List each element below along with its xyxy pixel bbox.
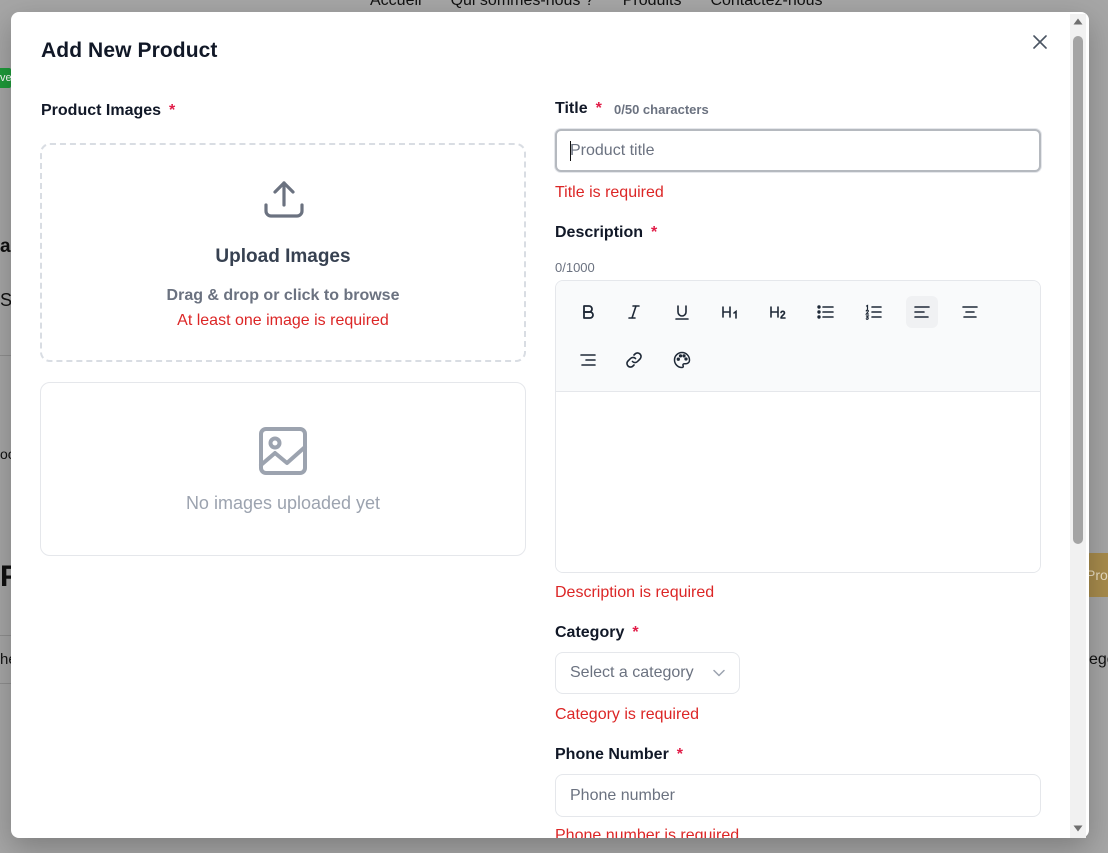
close-icon bbox=[1033, 35, 1047, 49]
ordered-list-button[interactable] bbox=[858, 296, 890, 328]
arrow-down-icon bbox=[1073, 825, 1083, 831]
category-select[interactable]: Select a category bbox=[555, 652, 740, 694]
heading-1-icon bbox=[722, 306, 737, 319]
bold-button[interactable] bbox=[572, 296, 604, 328]
bg-divider bbox=[0, 355, 11, 356]
heading-1-button[interactable] bbox=[714, 296, 746, 328]
add-product-modal: Add New Product Product Images * Upload I… bbox=[11, 12, 1089, 838]
bg-divider bbox=[0, 635, 11, 636]
link-button[interactable] bbox=[618, 344, 650, 376]
description-editor bbox=[555, 280, 1041, 573]
title-char-count: 0/50 characters bbox=[614, 102, 709, 117]
modal-title: Add New Product bbox=[41, 39, 218, 62]
description-error: Description is required bbox=[555, 584, 715, 601]
bg-fragment: Pr bbox=[0, 560, 11, 593]
category-label: Category * bbox=[555, 624, 639, 642]
category-error: Category is required bbox=[555, 706, 700, 723]
label-text: Product Images bbox=[41, 102, 162, 119]
description-char-count: 0/1000 bbox=[555, 260, 595, 275]
label-text: Phone Number bbox=[555, 746, 669, 763]
phone-input[interactable] bbox=[555, 774, 1041, 817]
heading-2-button[interactable] bbox=[762, 296, 794, 328]
scroll-up-button[interactable] bbox=[1070, 14, 1086, 28]
scroll-down-button[interactable] bbox=[1070, 821, 1086, 835]
close-button[interactable] bbox=[1030, 32, 1050, 52]
title-label: Title * bbox=[555, 100, 602, 118]
bg-nav-item: Produits bbox=[622, 0, 682, 9]
editor-content-area[interactable] bbox=[556, 392, 1040, 572]
required-mark: * bbox=[676, 746, 684, 763]
bullet-list-button[interactable] bbox=[810, 296, 842, 328]
underline-icon bbox=[675, 305, 689, 320]
image-dropzone[interactable]: Upload Images Drag & drop or click to br… bbox=[40, 143, 526, 362]
label-text: Description bbox=[555, 224, 644, 241]
underline-button[interactable] bbox=[666, 296, 698, 328]
align-center-button[interactable] bbox=[954, 296, 986, 328]
chevron-down-icon bbox=[713, 669, 725, 677]
upload-icon bbox=[264, 181, 304, 218]
bold-icon bbox=[583, 305, 594, 319]
image-preview-area: No images uploaded yet bbox=[40, 382, 526, 556]
images-error: At least one image is required bbox=[177, 312, 389, 329]
bullet-list-icon bbox=[817, 305, 834, 319]
required-mark: * bbox=[595, 100, 602, 117]
align-left-icon bbox=[914, 306, 930, 318]
ordered-list-icon bbox=[865, 304, 882, 320]
no-images-text: No images uploaded yet bbox=[185, 493, 381, 513]
heading-2-icon bbox=[770, 306, 786, 319]
italic-button[interactable] bbox=[618, 296, 650, 328]
phone-label: Phone Number * bbox=[555, 746, 683, 764]
arrow-up-icon bbox=[1073, 18, 1083, 24]
align-right-icon bbox=[580, 354, 596, 366]
modal-scrollbar[interactable] bbox=[1070, 14, 1086, 838]
phone-error: Phone number is required bbox=[555, 827, 740, 838]
italic-icon bbox=[628, 305, 640, 319]
editor-toolbar bbox=[556, 281, 1040, 392]
bg-nav-item: Qui sommes-nous ? bbox=[450, 0, 594, 9]
scroll-thumb[interactable] bbox=[1073, 36, 1083, 544]
bg-fragment: oo bbox=[0, 446, 11, 462]
bg-fragment: S bbox=[0, 290, 11, 310]
text-caret bbox=[570, 141, 571, 161]
bg-fragment: he bbox=[0, 651, 11, 668]
bg-fragment: ego bbox=[1089, 651, 1108, 668]
image-placeholder-icon bbox=[259, 427, 307, 475]
label-text: Category bbox=[555, 624, 625, 641]
background-nav: Accueil Qui sommes-nous ? Produits Conta… bbox=[370, 0, 823, 10]
required-mark: * bbox=[632, 624, 639, 641]
title-input[interactable] bbox=[555, 129, 1041, 172]
color-button[interactable] bbox=[666, 344, 698, 376]
title-error: Title is required bbox=[555, 184, 664, 201]
align-right-button[interactable] bbox=[572, 344, 604, 376]
required-mark: * bbox=[651, 224, 658, 241]
bg-badge: ve bbox=[0, 68, 11, 88]
bg-fragment: a bbox=[0, 236, 11, 257]
bg-nav-item: Accueil bbox=[370, 0, 422, 9]
upload-subtitle: Drag & drop or click to browse bbox=[166, 287, 400, 304]
palette-icon bbox=[673, 351, 691, 369]
description-label: Description * bbox=[555, 224, 657, 242]
bg-gold-button: Pro bbox=[1086, 553, 1108, 597]
upload-title: Upload Images bbox=[215, 246, 351, 267]
bg-nav-item: Contactez-nous bbox=[710, 0, 823, 9]
align-left-button[interactable] bbox=[906, 296, 938, 328]
required-mark: * bbox=[169, 102, 176, 119]
align-center-icon bbox=[962, 306, 978, 318]
category-select-value: Select a category bbox=[570, 664, 694, 681]
label-text: Title bbox=[555, 100, 588, 117]
bg-divider bbox=[0, 683, 11, 684]
product-images-label: Product Images * bbox=[41, 102, 175, 120]
link-icon bbox=[626, 352, 642, 368]
